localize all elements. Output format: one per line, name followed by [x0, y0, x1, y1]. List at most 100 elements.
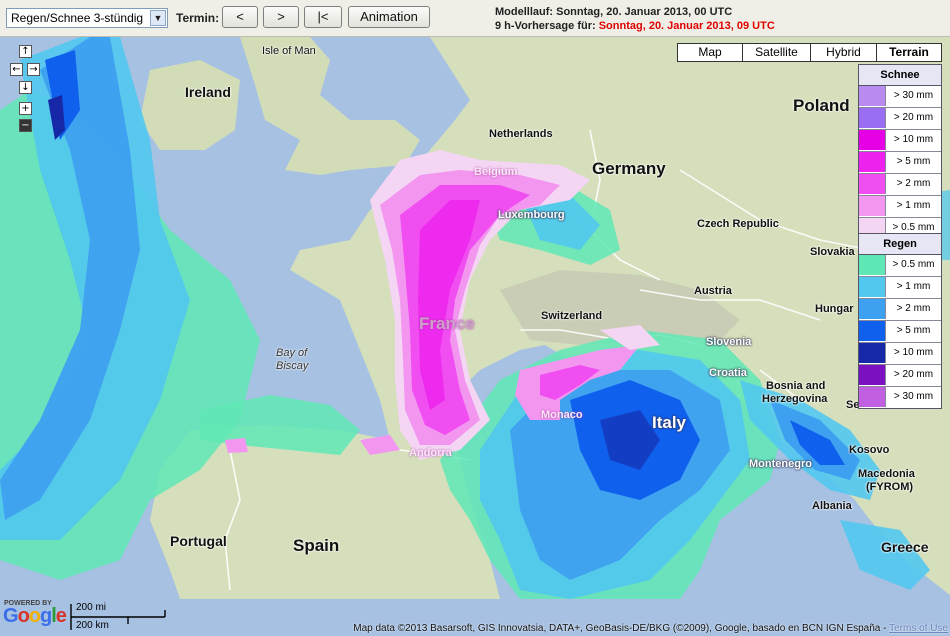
- label-kosovo: Kosovo: [849, 444, 890, 456]
- zoom-in-button[interactable]: +: [19, 102, 32, 115]
- legend-snow-label: > 10 mm: [885, 130, 941, 150]
- legend-snow-title: Schnee: [859, 65, 941, 86]
- label-montenegro: Montenegro: [749, 458, 812, 470]
- model-run: Modelllauf: Sonntag, 20. Januar 2013, 00…: [495, 6, 733, 18]
- next-button[interactable]: >: [263, 6, 299, 28]
- legend-snow-swatch: [859, 174, 885, 194]
- animation-button[interactable]: Animation: [348, 6, 430, 28]
- label-switzerland: Switzerland: [541, 310, 603, 322]
- legend-rain-swatch: [859, 365, 885, 385]
- legend-rain-row: > 0.5 mm: [859, 255, 941, 277]
- maptype-satellite-button[interactable]: Satellite: [742, 43, 811, 62]
- terms-of-use-link[interactable]: Terms of Use: [889, 623, 948, 634]
- label-germany: Germany: [592, 159, 666, 178]
- legend-snow-row: > 5 mm: [859, 152, 941, 174]
- map-canvas[interactable]: Isle of Man Ireland Netherlands Germany …: [0, 37, 950, 636]
- label-macedonia-2: (FYROM): [866, 481, 914, 493]
- scale-bar: 200 mi 200 km: [70, 602, 166, 632]
- label-isle-of-man: Isle of Man: [262, 45, 316, 57]
- forecast-date: Sonntag, 20. Januar 2013, 09 UTC: [598, 20, 775, 32]
- label-greece: Greece: [881, 539, 929, 555]
- label-bosnia-1: Bosnia and: [766, 380, 826, 392]
- legend-rain-swatch: [859, 387, 885, 407]
- prev-button[interactable]: <: [222, 6, 258, 28]
- product-select-value: Regen/Schnee 3-stündig: [11, 11, 144, 25]
- legend-snow-label: > 5 mm: [885, 152, 941, 172]
- label-biscay: Biscay: [276, 360, 309, 372]
- legend-rain-label: > 5 mm: [885, 321, 941, 341]
- legend-rain-row: > 2 mm: [859, 299, 941, 321]
- legend-rain-label: > 1 mm: [885, 277, 941, 297]
- legend-rain-label: > 20 mm: [885, 365, 941, 385]
- maptype-hybrid-button[interactable]: Hybrid: [810, 43, 877, 62]
- label-czech-republic: Czech Republic: [697, 218, 779, 230]
- toolbar: Regen/Schnee 3-stündig ▼ Termin: < > |< …: [0, 0, 950, 37]
- legend-rain-label: > 2 mm: [885, 299, 941, 319]
- label-monaco: Monaco: [541, 409, 583, 421]
- chevron-down-icon[interactable]: ▼: [150, 10, 166, 26]
- attribution-text: Map data ©2013 Basarsoft, GIS Innovatsia…: [353, 623, 887, 634]
- legend-snow-row: > 2 mm: [859, 174, 941, 196]
- maptype-map-button[interactable]: Map: [677, 43, 743, 62]
- pan-left-button[interactable]: ←: [10, 63, 23, 76]
- label-albania: Albania: [812, 500, 852, 512]
- legend-rain-swatch: [859, 299, 885, 319]
- first-button[interactable]: |<: [304, 6, 342, 28]
- legend-snow-label: > 20 mm: [885, 108, 941, 128]
- legend-snow-row: > 1 mm: [859, 196, 941, 218]
- legend-rain-title: Regen: [859, 234, 941, 255]
- label-portugal: Portugal: [170, 533, 227, 549]
- legend-rain-label: > 10 mm: [885, 343, 941, 363]
- run-info: Modelllauf: Sonntag, 20. Januar 2013, 00…: [495, 5, 775, 33]
- label-luxembourg: Luxembourg: [498, 209, 565, 221]
- zoom-out-button[interactable]: −: [19, 119, 32, 132]
- forecast-line: 9 h-Vorhersage für: Sonntag, 20. Januar …: [495, 19, 775, 33]
- legend-rain: Regen > 0.5 mm > 1 mm > 2 mm > 5 mm > 10 mm >…: [858, 233, 942, 409]
- legend-snow-swatch: [859, 86, 885, 106]
- legend-rain-swatch: [859, 321, 885, 341]
- label-macedonia-1: Macedonia: [858, 468, 915, 480]
- maptype-terrain-button[interactable]: Terrain: [876, 43, 942, 62]
- legend-rain-row: > 10 mm: [859, 343, 941, 365]
- legend-rain-label: > 0.5 mm: [885, 255, 941, 275]
- label-belgium: Belgium: [474, 166, 518, 178]
- legend-rain-swatch: [859, 343, 885, 363]
- legend-snow: Schnee > 30 mm > 20 mm > 10 mm > 5 mm > 2 mm…: [858, 64, 942, 240]
- label-netherlands: Netherlands: [489, 128, 553, 140]
- legend-snow-label: > 2 mm: [885, 174, 941, 194]
- legend-rain-swatch: [859, 277, 885, 297]
- legend-rain-row: > 5 mm: [859, 321, 941, 343]
- pan-down-button[interactable]: ↓: [19, 81, 32, 94]
- label-poland: Poland: [793, 96, 850, 115]
- legend-snow-swatch: [859, 130, 885, 150]
- legend-snow-label: > 30 mm: [885, 86, 941, 106]
- label-andorra: Andorra: [409, 447, 452, 459]
- google-logo[interactable]: Google: [3, 605, 67, 628]
- label-bosnia-2: Herzegovina: [762, 393, 828, 405]
- label-bay-of: Bay of: [276, 347, 308, 359]
- label-spain: Spain: [293, 536, 340, 555]
- legend-snow-row: > 30 mm: [859, 86, 941, 108]
- map-graphic: [0, 37, 950, 636]
- label-france: France: [419, 314, 475, 333]
- legend-rain-row: > 1 mm: [859, 277, 941, 299]
- pan-up-button[interactable]: ↑: [19, 45, 32, 58]
- legend-rain-label: > 30 mm: [885, 387, 941, 407]
- forecast-prefix: 9 h-Vorhersage für:: [495, 20, 596, 32]
- attribution: Map data ©2013 Basarsoft, GIS Innovatsia…: [353, 623, 948, 634]
- label-italy: Italy: [652, 413, 687, 432]
- legend-snow-row: > 10 mm: [859, 130, 941, 152]
- pan-right-button[interactable]: →: [27, 63, 40, 76]
- label-ireland: Ireland: [185, 84, 231, 100]
- label-slovakia: Slovakia: [810, 246, 855, 258]
- legend-rain-row: > 30 mm: [859, 387, 941, 408]
- scale-km: 200 km: [76, 620, 109, 631]
- scale-mi: 200 mi: [76, 602, 107, 613]
- label-croatia: Croatia: [709, 367, 747, 379]
- land-ireland: [140, 60, 240, 150]
- label-slovenia: Slovenia: [706, 336, 752, 348]
- legend-snow-label: > 1 mm: [885, 196, 941, 216]
- legend-rain-row: > 20 mm: [859, 365, 941, 387]
- label-hungary: Hungar: [815, 303, 854, 315]
- product-select[interactable]: Regen/Schnee 3-stündig ▼: [6, 8, 168, 28]
